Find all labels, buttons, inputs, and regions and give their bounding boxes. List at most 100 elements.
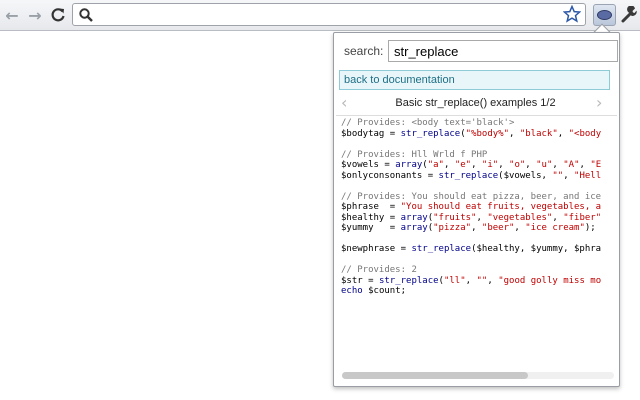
code-token: str_replace: [400, 128, 461, 139]
omnibox[interactable]: [72, 3, 586, 26]
code-token: ,: [443, 160, 455, 170]
code-line: // Provides: You should eat pizza, beer,…: [341, 192, 601, 203]
code-token: $healthy =: [341, 212, 401, 223]
code-token: array: [400, 212, 428, 223]
reload-icon[interactable]: [47, 4, 69, 26]
code-token: ,: [509, 128, 520, 139]
code-token: $onlyconsonants =: [341, 170, 439, 181]
code-token: "vegetables": [487, 212, 553, 223]
code-token: "": [552, 170, 564, 181]
code-token: ,: [498, 160, 510, 170]
code-token: $count;: [362, 286, 407, 296]
code-token: ,: [552, 212, 564, 223]
code-token: ($vowels,: [498, 170, 553, 181]
code-token: array: [400, 223, 428, 233]
code-line: $newphrase = str_replace($healthy, $yumm…: [341, 244, 601, 255]
code-token: ,: [471, 160, 482, 170]
code-line: // Provides: 2: [341, 265, 601, 276]
code-token: $newphrase =: [341, 244, 412, 254]
code-token: $str =: [341, 275, 379, 286]
php-extension-button[interactable]: [593, 4, 616, 26]
search-input[interactable]: [388, 40, 618, 62]
scrollbar-thumb[interactable]: [342, 372, 528, 379]
code-token: "e": [454, 160, 472, 170]
code-token: "": [476, 275, 488, 286]
code-token: "i": [481, 160, 499, 170]
code-block: // Provides: <body text='black'> $bodytag…: [341, 118, 601, 297]
forward-arrow-icon[interactable]: →: [24, 4, 46, 26]
code-token: ,: [525, 160, 537, 170]
code-token: "You should eat fruits, vegetables, a: [400, 202, 602, 212]
chevron-right-icon[interactable]: ›: [596, 94, 610, 112]
code-token: "pizza": [433, 223, 472, 233]
code-token: ,: [557, 128, 569, 139]
code-token: ,: [514, 223, 526, 233]
code-line: // Provides: <body text='black'>: [341, 118, 601, 129]
code-token: "good golly miss mo: [498, 275, 602, 286]
code-token: "fruits": [433, 212, 477, 223]
code-token: "A": [563, 160, 580, 170]
example-title: Basic str_replace() examples 1/2: [395, 97, 556, 109]
code-token: );: [584, 223, 596, 233]
search-label: search:: [344, 44, 384, 58]
code-token: "E: [590, 160, 602, 170]
code-token: str_replace: [438, 170, 499, 181]
code-line: $bodytag = str_replace("%body%", "black"…: [341, 129, 601, 140]
code-line: // Provides: Hll Wrld f PHP: [341, 150, 601, 161]
code-line: echo $count;: [341, 286, 601, 297]
code-token: "ice cream": [525, 223, 585, 233]
browser-toolbar: ← →: [0, 0, 640, 31]
code-line: $onlyconsonants = str_replace($vowels, "…: [341, 171, 601, 182]
code-line: $phrase = "You should eat fruits, vegeta…: [341, 202, 601, 213]
code-token: str_replace: [411, 244, 472, 254]
code-token: ,: [487, 275, 499, 286]
php-extension-icon: [597, 10, 612, 20]
code-token: str_replace: [378, 275, 439, 286]
code-token: "Hell: [574, 170, 602, 181]
code-token: "ll": [443, 275, 466, 286]
back-arrow-icon[interactable]: ←: [1, 4, 23, 26]
wrench-icon[interactable]: [620, 6, 638, 24]
php-docs-popup: search: back to documentation ‹ Basic st…: [333, 32, 620, 387]
code-token: array: [395, 160, 423, 170]
code-token: "black": [519, 128, 558, 139]
code-token: "fiber": [563, 212, 602, 223]
code-token: "o": [509, 160, 526, 170]
code-token: $yummy =: [341, 223, 401, 233]
star-icon[interactable]: [563, 5, 581, 23]
search-row: search:: [342, 40, 618, 62]
code-token: // Provides: 2: [341, 265, 417, 275]
code-token: "<body: [568, 128, 602, 139]
code-line: $vowels = array("a", "e", "i", "o", "u",…: [341, 160, 601, 171]
code-token: ,: [471, 223, 482, 233]
example-header: ‹ Basic str_replace() examples 1/2 ›: [339, 94, 612, 114]
code-token: $bodytag =: [341, 128, 401, 139]
code-token: "beer": [481, 223, 515, 233]
search-icon: [79, 8, 93, 22]
code-token: "a": [427, 160, 444, 170]
code-token: ,: [476, 212, 488, 223]
code-token: ,: [579, 160, 591, 170]
code-token: ($healthy, $yummy, $phra: [471, 244, 602, 254]
code-token: ,: [465, 275, 477, 286]
code-token: // Provides: You should eat pizza, beer,…: [341, 191, 602, 202]
code-example: // Provides: <body text='black'> $bodytag…: [336, 115, 617, 380]
code-token: echo: [341, 286, 363, 296]
code-line: $str = str_replace("ll", "", "good golly…: [341, 276, 601, 287]
code-token: ,: [552, 160, 564, 170]
code-token: $vowels =: [341, 160, 396, 170]
code-token: // Provides: <body text='black'>: [341, 118, 515, 128]
code-line: $healthy = array("fruits", "vegetables",…: [341, 213, 601, 224]
code-line: $yummy = array("pizza", "beer", "ice cre…: [341, 223, 601, 234]
code-token: "u": [536, 160, 553, 170]
code-token: $phrase =: [341, 202, 401, 212]
horizontal-scrollbar[interactable]: [342, 372, 614, 379]
code-token: ,: [563, 170, 575, 181]
back-to-documentation-link[interactable]: back to documentation: [339, 70, 610, 90]
code-token: // Provides: Hll Wrld f PHP: [341, 149, 488, 160]
code-token: "%body%": [465, 128, 509, 139]
